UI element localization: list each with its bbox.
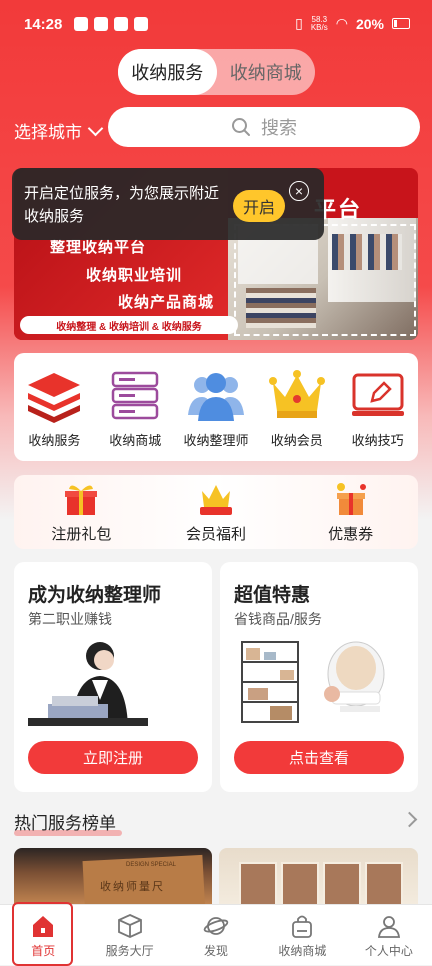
status-bar: 14:28 ▯ 58.3 KB/s ◠ 20% xyxy=(0,0,432,48)
nav-label: 收纳商城 xyxy=(278,944,327,958)
nav-label: 个人中心 xyxy=(364,944,413,958)
deals-card-title: 超值特惠 xyxy=(234,585,311,606)
cabinet-image xyxy=(323,862,361,906)
server-icon xyxy=(111,371,159,420)
crown-gift-icon xyxy=(200,485,232,515)
search-input[interactable]: 搜索 xyxy=(108,107,420,147)
banner-dashed-frame xyxy=(234,224,416,336)
banner-line-2: 收纳职业培训 xyxy=(86,266,183,284)
vibrate-icon: ▯ xyxy=(295,15,303,31)
gift-strip: 注册礼包 会员福利 优惠券 xyxy=(14,475,418,549)
person-icon xyxy=(377,916,400,938)
gift-label: 优惠券 xyxy=(328,526,374,543)
register-button[interactable]: 立即注册 xyxy=(28,741,198,774)
service-thumb[interactable]: DESIGN SPECIAL 收纳师量尺 xyxy=(14,848,212,908)
network-speed: 58.3 KB/s xyxy=(310,15,328,32)
wifi-icon: ◠ xyxy=(335,15,348,31)
category-label: 收纳整理师 xyxy=(183,433,249,448)
status-time: 14:28 xyxy=(24,16,63,33)
crown-icon xyxy=(268,370,325,418)
category-label: 收纳技巧 xyxy=(351,433,404,448)
planet-icon xyxy=(203,917,229,935)
organizer-photo xyxy=(28,642,148,726)
nav-mall[interactable]: 收纳商城 xyxy=(259,905,345,965)
tab-mall[interactable]: 收纳商城 xyxy=(217,49,316,95)
nav-profile[interactable]: 个人中心 xyxy=(346,905,432,965)
notification-icon xyxy=(134,17,148,31)
users-icon xyxy=(187,373,244,421)
enable-location-button[interactable]: 开启 xyxy=(233,190,285,222)
chevron-down-icon xyxy=(87,120,104,136)
category-organizer[interactable]: 收纳整理师 xyxy=(176,353,257,461)
deals-card[interactable]: 超值特惠 省钱商品/服务 点击查看 xyxy=(220,562,418,792)
organizer-card-subtitle: 第二职业赚钱 xyxy=(28,611,112,627)
city-label: 选择城市 xyxy=(14,123,82,142)
nav-label: 发现 xyxy=(204,944,229,958)
gift-label: 注册礼包 xyxy=(51,526,112,543)
nav-home-highlight xyxy=(12,902,73,966)
cabinet-image xyxy=(239,862,277,906)
gift-box-icon xyxy=(65,485,98,515)
organizer-card-title: 成为收纳整理师 xyxy=(28,585,162,606)
tab-service[interactable]: 收纳服务 xyxy=(118,49,217,95)
service-thumb[interactable] xyxy=(219,848,418,908)
gift-label: 会员福利 xyxy=(186,526,247,543)
chevron-right-icon[interactable] xyxy=(401,811,418,828)
gift-register[interactable]: 注册礼包 xyxy=(14,475,149,549)
gift-member[interactable]: 会员福利 xyxy=(149,475,284,549)
category-tips[interactable]: 收纳技巧 xyxy=(337,353,418,461)
thumb-small-text: DESIGN SPECIAL xyxy=(126,862,177,868)
edit-monitor-icon xyxy=(351,373,404,416)
view-deals-button[interactable]: 点击查看 xyxy=(234,741,404,774)
hot-services-title: 热门服务榜单 xyxy=(14,809,122,836)
deals-photo xyxy=(241,641,385,723)
service-segment: 收纳服务 收纳商城 xyxy=(118,49,315,95)
category-label: 收纳商城 xyxy=(109,433,162,448)
banner-strip: 收纳整理 & 收纳培训 & 收纳服务 xyxy=(20,316,238,334)
nav-label: 服务大厅 xyxy=(105,944,154,958)
category-grid: 收纳服务 收纳商城 收纳整理师 收纳会员 收纳技巧 xyxy=(14,353,418,461)
notification-icon xyxy=(74,17,88,31)
location-tip-text: 开启定位服务，为您展示附近收纳服务 xyxy=(24,185,220,225)
deals-card-subtitle: 省钱商品/服务 xyxy=(234,611,322,627)
speed-unit: KB/s xyxy=(310,22,328,32)
bag-icon xyxy=(292,915,313,938)
layers-icon xyxy=(28,373,81,423)
organizer-card[interactable]: 成为收纳整理师 第二职业赚钱 立即注册 xyxy=(14,562,212,792)
search-placeholder: 搜索 xyxy=(261,118,297,138)
battery-text: 20% xyxy=(355,15,384,32)
location-tip: 开启定位服务，为您展示附近收纳服务 开启 × xyxy=(12,168,324,240)
nav-service-hall[interactable]: 服务大厅 xyxy=(86,905,172,965)
status-right: ▯ 58.3 KB/s ◠ 20% xyxy=(295,15,410,32)
nav-discover[interactable]: 发现 xyxy=(173,905,259,965)
category-service[interactable]: 收纳服务 xyxy=(14,353,95,461)
city-selector[interactable]: 选择城市 xyxy=(14,118,104,143)
battery-icon xyxy=(392,18,410,29)
notification-icon xyxy=(94,17,108,31)
cabinet-image xyxy=(365,862,403,906)
close-icon[interactable]: × xyxy=(289,181,309,201)
category-label: 收纳服务 xyxy=(28,433,81,448)
hot-services-label: 热门服务榜单 xyxy=(14,814,116,833)
search-icon xyxy=(232,118,250,136)
category-member[interactable]: 收纳会员 xyxy=(256,353,337,461)
gift-coupon[interactable]: 优惠券 xyxy=(283,475,418,549)
coupon-gift-icon xyxy=(336,483,366,515)
category-mall[interactable]: 收纳商城 xyxy=(95,353,176,461)
notification-icons xyxy=(74,17,148,31)
category-label: 收纳会员 xyxy=(270,433,323,448)
cabinet-image xyxy=(281,862,319,906)
banner-line-3: 收纳产品商城 xyxy=(118,293,215,311)
notification-icon xyxy=(114,17,128,31)
thumb-text: 收纳师量尺 xyxy=(100,881,165,893)
box-icon xyxy=(117,914,142,938)
